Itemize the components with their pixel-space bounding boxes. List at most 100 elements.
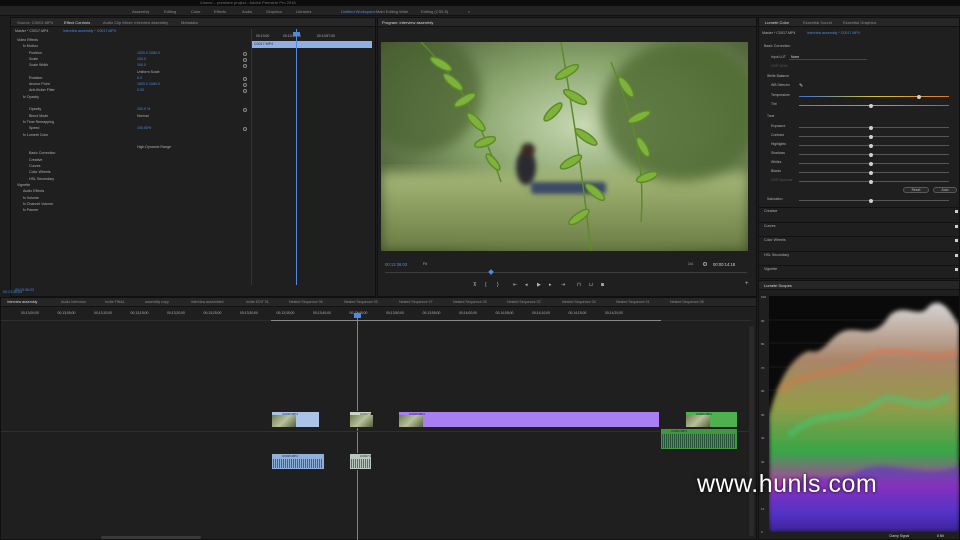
effect-row[interactable]: HSL Secondary — [15, 177, 251, 183]
effect-row[interactable]: Uniform Scale — [15, 70, 251, 76]
section-checkbox[interactable] — [955, 239, 958, 242]
effect-row[interactable]: Rotation 0.0 — [15, 76, 251, 82]
workspace-tab-10[interactable]: Editing (CS5.5) — [421, 9, 448, 14]
auto-button[interactable]: Auto — [933, 187, 957, 193]
reset-icon[interactable] — [243, 108, 247, 113]
tone-slider[interactable] — [799, 161, 949, 166]
reset-icon[interactable] — [243, 127, 247, 132]
lumetri-tab-1[interactable]: Lumetri Color — [765, 20, 789, 25]
timeline-clip[interactable]: C0015.MP4 — [271, 453, 325, 470]
go-to-in-icon[interactable]: ⇤ — [513, 282, 517, 288]
effect-row-value[interactable]: Normal — [137, 114, 149, 120]
timeline-clip[interactable]: C0021.MP4 — [685, 411, 738, 428]
section-checkbox[interactable] — [955, 224, 958, 228]
slider-knob[interactable] — [869, 161, 873, 166]
effect-row[interactable]: Blend Mode Normal — [15, 114, 251, 120]
extract-icon[interactable]: ⊔ — [589, 282, 593, 288]
effect-row[interactable]: Curves — [15, 164, 251, 170]
effect-row[interactable]: fx Channel Volume — [15, 202, 251, 208]
input-lut-dropdown[interactable] — [789, 54, 867, 60]
ec-tab-3[interactable]: Audio Clip Mixer: interview assembly — [103, 20, 168, 25]
ec-clip-bar[interactable]: C0017.MP4 — [252, 41, 372, 48]
ec-master-clip[interactable]: Master * C0017.MP4 — [15, 29, 48, 35]
lumetri-section-2[interactable]: Curves — [764, 224, 775, 230]
workspace-overflow-icon[interactable]: » — [468, 9, 470, 14]
ec-tab-1[interactable]: Source: C0001.MP4 — [17, 20, 53, 25]
tone-slider[interactable] — [799, 125, 949, 130]
effect-row[interactable]: fx Motion — [15, 44, 251, 50]
tone-slider[interactable] — [799, 143, 949, 148]
effect-row-value[interactable]: High Dynamic Range — [137, 145, 171, 151]
reset-button[interactable]: Reset — [903, 187, 929, 193]
ec-playhead-handle[interactable] — [293, 32, 300, 36]
add-marker-icon[interactable]: ⊼ — [473, 282, 477, 288]
effect-row-value[interactable]: 1920.0 1080.0 — [137, 82, 160, 88]
program-playhead[interactable] — [488, 269, 494, 275]
slider-knob[interactable] — [869, 198, 873, 203]
effect-row[interactable]: fx Opacity — [15, 95, 251, 101]
scope-clamp-label[interactable]: Clamp Signal — [889, 534, 909, 540]
program-fit-select[interactable]: Fit — [423, 262, 427, 268]
section-checkbox[interactable] — [955, 253, 958, 257]
workspace-tab-6[interactable]: Graphics — [266, 9, 282, 14]
saturation-slider[interactable] — [799, 198, 949, 203]
timeline-clip[interactable]: C0017.MP4 — [349, 453, 376, 470]
workspace-tab-8[interactable]: Untitled Workspace — [341, 9, 376, 14]
mark-in-icon[interactable]: { — [485, 282, 487, 288]
effect-row-value[interactable]: 1920.0 1080.0 — [137, 51, 160, 57]
program-timecode[interactable]: 00:13:36:03 — [385, 262, 407, 268]
reset-icon[interactable] — [243, 76, 247, 81]
program-quality-select[interactable]: 1/4 — [688, 262, 693, 268]
effect-row-value[interactable]: 0.0 — [137, 76, 142, 82]
ec-playhead[interactable] — [296, 29, 297, 285]
lumetri-tab-2[interactable]: Essential Sound — [803, 20, 832, 25]
tab-program[interactable]: Program: interview assembly — [382, 20, 433, 25]
effect-row[interactable]: Opacity 100.0 % — [15, 107, 251, 113]
timeline-vscroll[interactable] — [749, 326, 754, 536]
ec-tab-4[interactable]: Metadata — [181, 20, 198, 25]
effect-row[interactable]: Audio Effects — [15, 189, 251, 195]
ec-tab-2[interactable]: Effect Controls — [64, 20, 90, 25]
effect-row[interactable]: Creative — [15, 158, 251, 164]
tone-slider[interactable] — [799, 152, 949, 157]
tab-lumetri-scopes[interactable]: Lumetri Scopes — [764, 283, 792, 288]
effect-row[interactable]: Vignette — [15, 183, 251, 189]
timeline-hscroll[interactable] — [101, 536, 201, 539]
timeline-clip[interactable]: C0017.MP4 — [349, 411, 376, 428]
slider-knob[interactable] — [869, 134, 873, 139]
slider-knob[interactable] — [869, 103, 873, 108]
lumetri-tab-3[interactable]: Essential Graphics — [843, 20, 876, 25]
wrench-icon[interactable] — [703, 262, 707, 266]
timeline-clip[interactable]: C0019.MP4 — [398, 411, 660, 428]
timeline-timecode-top[interactable]: 00:13:36:03 — [3, 290, 22, 296]
workspace-tab-7[interactable]: Libraries — [296, 9, 311, 14]
reset-icon[interactable] — [243, 51, 247, 56]
section-checkbox[interactable] — [955, 268, 958, 271]
section-checkbox[interactable] — [955, 210, 958, 213]
tone-slider[interactable] — [799, 134, 949, 139]
effect-row[interactable]: fx Volume — [15, 196, 251, 202]
effect-row[interactable]: Scale 100.0 — [15, 57, 251, 63]
effect-row[interactable]: Scale Width 100.0 — [15, 63, 251, 69]
effect-row-value[interactable]: 100.0 — [137, 63, 146, 69]
workspace-tab-2[interactable]: Editing — [164, 9, 176, 14]
step-forward-icon[interactable]: ▸ — [549, 282, 552, 288]
ec-sequence-clip[interactable]: interview assembly * C0017.MP4 — [63, 29, 116, 35]
program-scrub-bar[interactable] — [385, 272, 747, 273]
reset-icon[interactable] — [243, 89, 247, 94]
scope-bit-depth[interactable]: 8 Bit — [937, 534, 944, 540]
tone-slider[interactable] — [799, 179, 949, 184]
effect-row[interactable]: fx Panner — [15, 208, 251, 214]
lumetri-section-5[interactable]: Vignette — [764, 267, 777, 273]
camera-icon[interactable]: ◙ — [601, 282, 604, 288]
lift-icon[interactable]: ⊓ — [577, 282, 581, 288]
lumetri-section-3[interactable]: Color Wheels — [764, 238, 786, 244]
effect-row[interactable]: Video Effects — [15, 38, 251, 44]
basic-correction-header[interactable]: Basic Correction — [764, 44, 790, 50]
workspace-tab-9[interactable]: Main Editing Wide — [376, 9, 408, 14]
white-balance-header[interactable]: White Balance — [767, 74, 789, 80]
mark-out-icon[interactable]: } — [497, 282, 499, 288]
slider-knob[interactable] — [869, 152, 873, 157]
eyedropper-icon[interactable]: ✎ — [799, 83, 803, 89]
go-to-out-icon[interactable]: ⇥ — [561, 282, 565, 288]
